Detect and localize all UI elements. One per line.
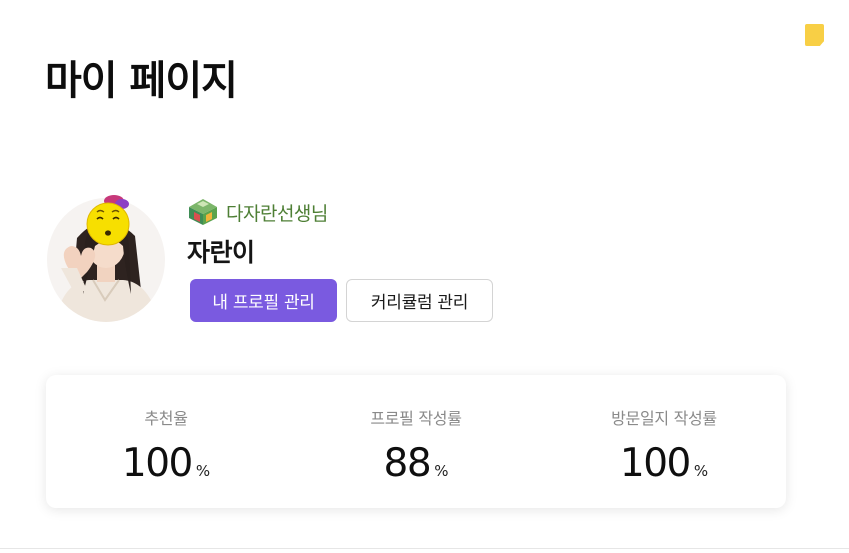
stat-recommend: 추천율 100% xyxy=(46,375,286,508)
stat-visit-log-completion: 방문일지 작성률 100% xyxy=(544,375,784,508)
stat-label: 프로필 작성률 xyxy=(370,409,462,428)
stat-value: 88% xyxy=(296,441,536,486)
stat-unit: % xyxy=(195,462,211,480)
my-profile-button[interactable]: 내 프로필 관리 xyxy=(190,279,337,322)
role-label: 다자란선생님 xyxy=(226,202,328,225)
face-sticker-icon xyxy=(84,192,136,248)
page-title: 마이 페이지 xyxy=(45,58,238,104)
school-badge-icon xyxy=(189,199,217,225)
divider xyxy=(0,548,849,549)
stat-number: 100 xyxy=(121,441,193,486)
sticky-note-icon[interactable] xyxy=(805,24,824,46)
stat-label: 추천율 xyxy=(144,409,188,428)
stat-value: 100% xyxy=(46,441,286,486)
user-name: 자란이 xyxy=(187,238,255,267)
stat-number: 88 xyxy=(383,441,432,486)
stat-label: 방문일지 작성률 xyxy=(611,409,717,428)
stat-profile-completion: 프로필 작성률 88% xyxy=(296,375,536,508)
stat-value: 100% xyxy=(544,441,784,486)
stats-card: 추천율 100% 프로필 작성률 88% 방문일지 작성률 100% xyxy=(46,375,786,508)
stat-number: 100 xyxy=(619,441,691,486)
role-row: 다자란선생님 xyxy=(188,198,328,226)
stat-unit: % xyxy=(693,462,709,480)
curriculum-button[interactable]: 커리큘럼 관리 xyxy=(346,279,493,322)
stat-unit: % xyxy=(434,462,449,480)
